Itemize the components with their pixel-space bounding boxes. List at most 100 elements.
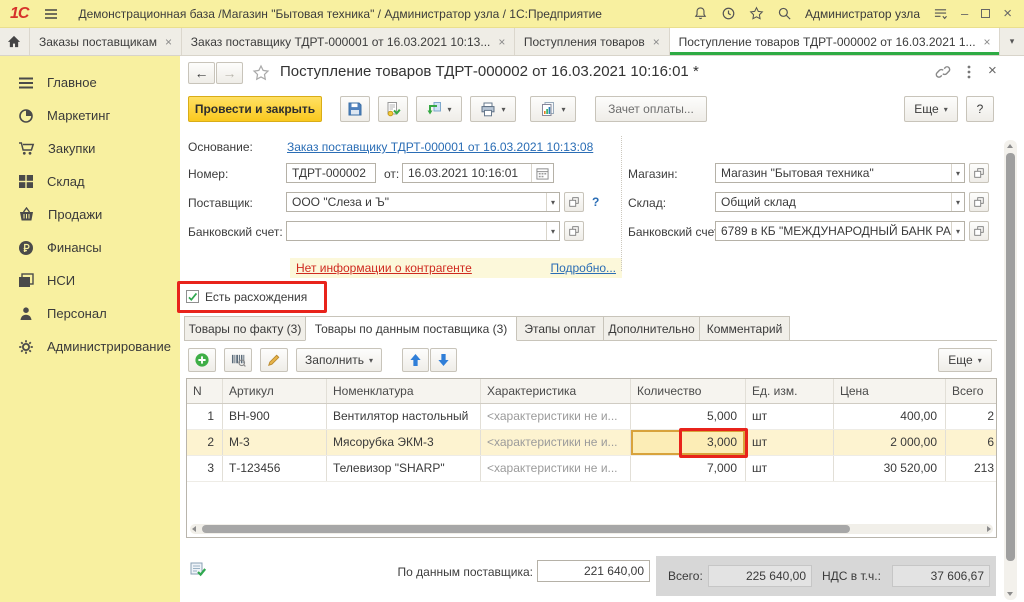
open-bank-account2-button[interactable] bbox=[969, 221, 989, 241]
chevron-down-icon[interactable]: ▾ bbox=[951, 193, 964, 211]
back-button[interactable]: ← bbox=[188, 62, 215, 84]
close-tab-icon[interactable]: × bbox=[653, 35, 660, 49]
counterparty-warning-link[interactable]: Нет информации о контрагенте bbox=[296, 261, 472, 275]
close-window-button[interactable]: × bbox=[1003, 6, 1012, 21]
view-tab-goods-supplier-data[interactable]: Товары по данным поставщика (3) bbox=[305, 316, 517, 341]
sidebar-item-personnel[interactable]: Персонал bbox=[0, 297, 180, 330]
col-header-price[interactable]: Цена bbox=[834, 379, 946, 403]
save-button[interactable] bbox=[340, 96, 370, 122]
supplier-field[interactable]: ООО "Слеза и Ъ" ▾ bbox=[286, 192, 560, 212]
scroll-down-icon[interactable] bbox=[1007, 592, 1013, 596]
sidebar-item-purchases[interactable]: Закупки bbox=[0, 132, 180, 165]
view-tab-comment[interactable]: Комментарий bbox=[699, 316, 790, 341]
col-header-n[interactable]: N bbox=[187, 379, 223, 403]
table-horizontal-scrollbar[interactable] bbox=[190, 524, 993, 534]
tab-goods-receipts-list[interactable]: Поступления товаров × bbox=[515, 28, 670, 55]
date-field[interactable]: 16.03.2021 10:16:01 bbox=[402, 163, 554, 183]
scrollbar-thumb[interactable] bbox=[202, 525, 850, 533]
favorites-star-icon[interactable] bbox=[749, 6, 764, 21]
base-document-link[interactable]: Заказ поставщику ТДРТ-000001 от 16.03.20… bbox=[287, 140, 593, 154]
notifications-bell-icon[interactable] bbox=[693, 6, 708, 21]
payment-offset-button[interactable]: Зачет оплаты... bbox=[595, 96, 707, 122]
edit-row-button[interactable] bbox=[260, 348, 288, 372]
help-button[interactable]: ? bbox=[966, 96, 994, 122]
sidebar-item-administration[interactable]: Администрирование bbox=[0, 330, 180, 363]
scrollbar-thumb[interactable] bbox=[1006, 153, 1015, 561]
post-document-button[interactable] bbox=[378, 96, 408, 122]
print-button[interactable]: ▾ bbox=[470, 96, 516, 122]
table-more-button[interactable]: Еще▾ bbox=[938, 348, 992, 372]
col-header-unit[interactable]: Ед. изм. bbox=[746, 379, 834, 403]
scroll-left-icon[interactable] bbox=[192, 526, 196, 532]
warehouse-field[interactable]: Общий склад ▾ bbox=[715, 192, 965, 212]
close-tab-icon[interactable]: × bbox=[165, 35, 172, 49]
col-header-characteristic[interactable]: Характеристика bbox=[481, 379, 631, 403]
tabs-overflow-dropdown[interactable]: ▾ bbox=[1000, 28, 1024, 55]
more-button[interactable]: Еще▾ bbox=[904, 96, 958, 122]
col-header-nomenclature[interactable]: Номенклатура bbox=[327, 379, 481, 403]
scroll-up-icon[interactable] bbox=[1007, 144, 1013, 148]
supplier-help-icon[interactable]: ? bbox=[592, 195, 599, 209]
search-icon[interactable] bbox=[777, 6, 792, 21]
shop-field[interactable]: Магазин "Бытовая техника" ▾ bbox=[715, 163, 965, 183]
forward-button[interactable]: → bbox=[216, 62, 243, 84]
close-tab-icon[interactable]: × bbox=[984, 35, 991, 49]
reports-button[interactable]: ▾ bbox=[530, 96, 576, 122]
tab-orders-list[interactable]: Заказы поставщикам × bbox=[30, 28, 182, 55]
current-user[interactable]: Администратор узла bbox=[805, 7, 920, 21]
chevron-down-icon[interactable]: ▾ bbox=[546, 193, 559, 211]
sidebar-item-marketing[interactable]: Маркетинг bbox=[0, 99, 180, 132]
tab-supplier-order[interactable]: Заказ поставщику ТДРТ-000001 от 16.03.20… bbox=[182, 28, 515, 55]
dropdown-icon: ▾ bbox=[561, 105, 565, 114]
sidebar-item-finance[interactable]: Финансы bbox=[0, 231, 180, 264]
create-based-on-button[interactable]: ▾ bbox=[416, 96, 462, 122]
open-shop-button[interactable] bbox=[969, 163, 989, 183]
open-bank-account-button[interactable] bbox=[564, 221, 584, 241]
maximize-button[interactable] bbox=[981, 9, 990, 18]
details-link[interactable]: Подробно... bbox=[550, 261, 616, 275]
sidebar-item-warehouse[interactable]: Склад bbox=[0, 165, 180, 198]
open-supplier-button[interactable] bbox=[564, 192, 584, 212]
calendar-icon[interactable] bbox=[531, 164, 553, 182]
filled-by-supplier-doc-icon[interactable] bbox=[190, 561, 207, 578]
post-and-close-button[interactable]: Провести и закрыть bbox=[188, 96, 322, 122]
service-menu-icon[interactable] bbox=[933, 7, 948, 20]
table-row-selected[interactable]: 2 М-3 Мясорубка ЭКМ-3 <характеристики не… bbox=[187, 430, 996, 456]
chevron-down-icon[interactable]: ▾ bbox=[951, 164, 964, 182]
history-icon[interactable] bbox=[721, 6, 736, 21]
table-row[interactable]: 1 ВН-900 Вентилятор настольный <характер… bbox=[187, 404, 996, 430]
tab-goods-receipt-active[interactable]: Поступление товаров ТДРТ-000002 от 16.03… bbox=[670, 28, 1000, 55]
view-tab-goods-fact[interactable]: Товары по факту (3) bbox=[184, 316, 306, 341]
bank-account2-field[interactable]: 6789 в КБ "МЕЖДУНАРОДНЫЙ БАНК РАЗ ▾ bbox=[715, 221, 965, 241]
move-row-down-button[interactable] bbox=[430, 348, 457, 372]
col-header-quantity[interactable]: Количество bbox=[631, 379, 746, 403]
close-tab-icon[interactable]: × bbox=[498, 35, 505, 49]
main-menu-icon[interactable] bbox=[44, 8, 58, 20]
close-document-icon[interactable]: × bbox=[988, 63, 997, 78]
bank-account-field[interactable]: ▾ bbox=[286, 221, 560, 241]
minimize-button[interactable]: – bbox=[961, 7, 968, 20]
add-row-button[interactable] bbox=[188, 348, 216, 372]
supplier-total-field[interactable]: 221 640,00 bbox=[537, 560, 650, 582]
chevron-down-icon[interactable]: ▾ bbox=[951, 222, 964, 240]
col-header-total[interactable]: Всего bbox=[946, 379, 997, 403]
move-row-up-button[interactable] bbox=[402, 348, 429, 372]
scroll-right-icon[interactable] bbox=[987, 526, 991, 532]
form-vertical-scrollbar[interactable] bbox=[1004, 140, 1017, 600]
open-warehouse-button[interactable] bbox=[969, 192, 989, 212]
get-link-icon[interactable] bbox=[935, 64, 951, 80]
sidebar-item-nsi[interactable]: НСИ bbox=[0, 264, 180, 297]
barcode-scan-button[interactable] bbox=[224, 348, 252, 372]
fill-button[interactable]: Заполнить▾ bbox=[296, 348, 382, 372]
more-dots-icon[interactable] bbox=[967, 65, 971, 79]
view-tab-payment-stages[interactable]: Этапы оплат bbox=[516, 316, 604, 341]
sidebar-item-sales[interactable]: Продажи bbox=[0, 198, 180, 231]
favorite-star-icon[interactable] bbox=[252, 64, 270, 82]
number-field[interactable]: ТДРТ-000002 bbox=[286, 163, 376, 183]
col-header-article[interactable]: Артикул bbox=[223, 379, 327, 403]
table-row[interactable]: 3 Т-123456 Телевизор "SHARP" <характерис… bbox=[187, 456, 996, 482]
home-tab[interactable] bbox=[0, 28, 30, 55]
view-tab-additional[interactable]: Дополнительно bbox=[603, 316, 700, 341]
chevron-down-icon[interactable]: ▾ bbox=[546, 222, 559, 240]
sidebar-item-main[interactable]: Главное bbox=[0, 66, 180, 99]
